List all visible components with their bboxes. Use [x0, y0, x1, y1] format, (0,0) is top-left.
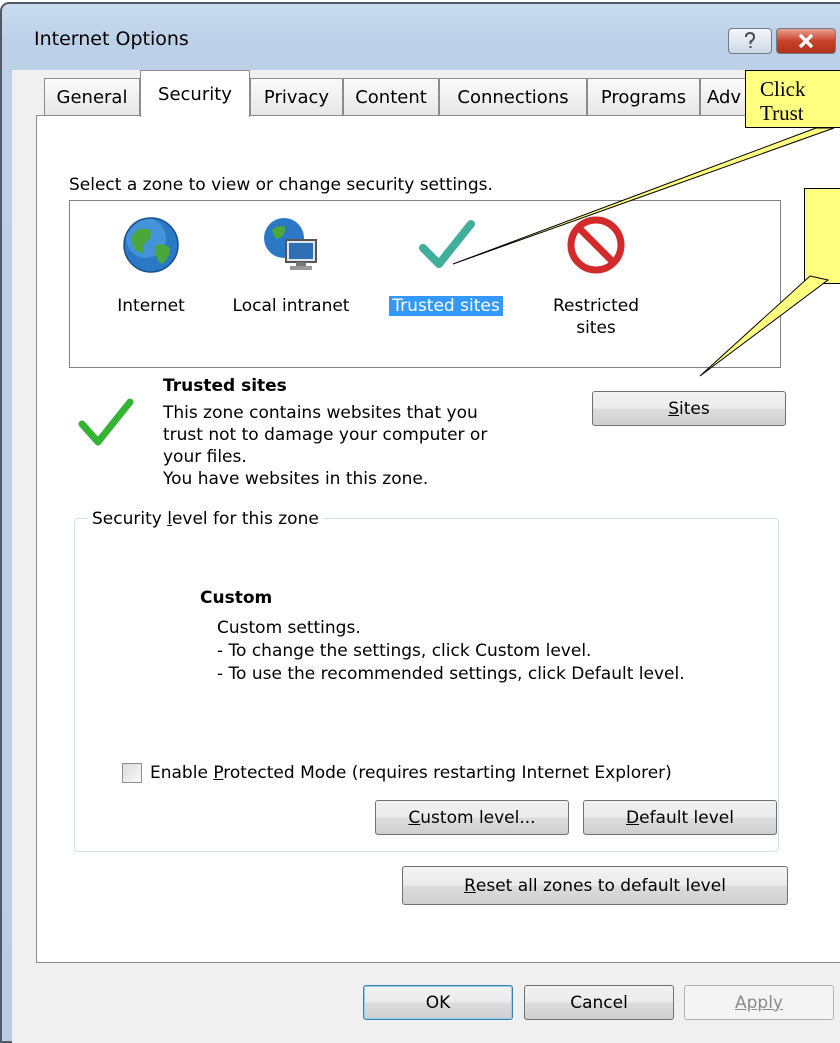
protected-mode-label[interactable]: Enable Protected Mode (requires restarti… — [150, 762, 672, 784]
help-button[interactable] — [728, 28, 772, 54]
security-level-legend: Security level for this zone — [88, 508, 323, 530]
zone-desc-line-2: trust not to damage your computer or — [163, 425, 488, 445]
tab-general[interactable]: General — [44, 78, 140, 116]
level-name: Custom — [200, 588, 273, 608]
question-mark-icon — [745, 32, 756, 48]
legend-pre: Security — [92, 509, 168, 529]
tab-content[interactable]: Content — [343, 78, 439, 116]
zone-internet[interactable]: Internet — [96, 214, 206, 317]
protected-mode-checkbox[interactable] — [122, 763, 142, 783]
tab-privacy[interactable]: Privacy — [250, 78, 343, 116]
close-button[interactable] — [776, 28, 836, 54]
apply-button[interactable]: Apply — [684, 985, 834, 1020]
zone-desc-line-3: your files. — [163, 447, 247, 467]
default-mnemonic: D — [626, 807, 640, 828]
sites-mnemonic: S — [668, 398, 680, 419]
zone-label: Restricted — [552, 296, 639, 316]
trusted-check-icon — [78, 398, 134, 446]
pm-post: rotected Mode (requires restarting Inter… — [223, 763, 672, 783]
callout-sites — [804, 188, 840, 284]
pm-pre: Enable — [150, 763, 214, 783]
zone-trusted-sites[interactable]: Trusted sites — [376, 214, 516, 317]
zone-label: Internet — [117, 296, 185, 316]
level-line-3: - To use the recommended settings, click… — [217, 664, 685, 684]
custom-label: ustom level... — [420, 807, 536, 828]
pm-mnemonic: P — [213, 763, 224, 783]
custom-mnemonic: C — [408, 807, 421, 828]
close-icon — [798, 34, 814, 48]
tab-security[interactable]: Security — [140, 70, 250, 117]
ok-button[interactable]: OK — [363, 985, 513, 1020]
tab-connections[interactable]: Connections — [439, 78, 587, 116]
level-line-1: Custom settings. — [217, 618, 361, 638]
cancel-button[interactable]: Cancel — [524, 985, 674, 1020]
reset-mnemonic: R — [464, 875, 476, 896]
callout-click-trusted: Click Trust — [745, 70, 840, 128]
restricted-icon — [567, 216, 625, 274]
zone-label-line2: sites — [576, 318, 616, 338]
zone-prompt: Select a zone to view or change security… — [69, 175, 493, 195]
zone-local-intranet[interactable]: Local intranet — [226, 214, 356, 317]
default-label: efault level — [639, 807, 734, 828]
globe-icon — [123, 217, 179, 273]
zone-desc-line-4: You have websites in this zone. — [163, 469, 429, 489]
legend-post: evel for this zone — [171, 509, 319, 529]
zone-title: Trusted sites — [163, 376, 287, 396]
level-line-2: - To change the settings, click Custom l… — [217, 641, 592, 661]
reset-all-zones-button[interactable]: Reset all zones to default level — [402, 866, 788, 905]
apply-label: Apply — [735, 992, 783, 1013]
window-title: Internet Options — [34, 28, 189, 50]
zone-label-selected: Trusted sites — [389, 296, 503, 316]
default-level-button[interactable]: Default level — [583, 800, 777, 835]
custom-level-button[interactable]: Custom level... — [375, 800, 569, 835]
sites-button[interactable]: Sites — [592, 391, 786, 426]
sites-label: ites — [679, 398, 710, 419]
intranet-icon — [264, 218, 317, 270]
reset-label: eset all zones to default level — [475, 875, 726, 896]
tab-programs[interactable]: Programs — [587, 78, 700, 116]
zone-label: Local intranet — [232, 296, 350, 316]
zone-restricted-sites[interactable]: Restricted sites — [541, 214, 651, 339]
zone-desc-line-1: This zone contains websites that you — [163, 403, 478, 423]
check-icon — [419, 220, 475, 268]
